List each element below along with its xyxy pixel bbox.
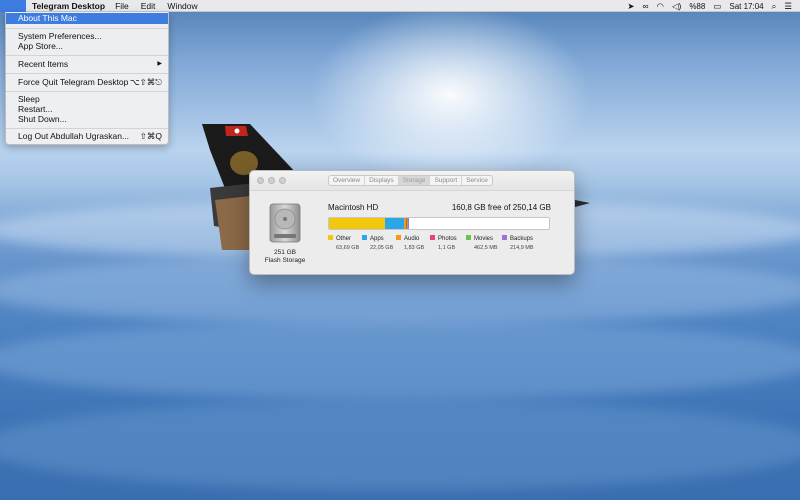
legend-label: Backups <box>510 235 534 242</box>
legend-label: Apps <box>370 235 384 242</box>
battery-percent[interactable]: %88 <box>689 2 705 11</box>
legend-swatch <box>362 235 367 240</box>
storage-segment-backups <box>408 218 410 229</box>
notification-center-icon[interactable]: ☰ <box>784 0 792 12</box>
menu-bar: Telegram Desktop File Edit Window ➤ ∞ ◠ … <box>0 0 800 12</box>
legend-size: 1,1 GB <box>438 244 456 251</box>
menu-item-force-quit[interactable]: Force Quit Telegram Desktop ⌥⇧⌘⎋ <box>6 77 168 88</box>
tab-support[interactable]: Support <box>430 176 463 185</box>
legend-size: 22,05 GB <box>370 244 394 251</box>
legend-size: 214,9 MB <box>510 244 534 251</box>
legend-item-apps: Apps 22,05 GB <box>362 235 393 251</box>
menu-separator <box>6 55 168 56</box>
legend-swatch <box>396 235 401 240</box>
legend-swatch <box>502 235 507 240</box>
about-this-mac-window: Overview Displays Storage Support Servic… <box>249 170 575 275</box>
battery-icon[interactable]: ▭ <box>713 0 721 12</box>
volume-icon[interactable]: ◁) <box>672 0 681 12</box>
legend-item-photos: Photos 1,1 GB <box>430 235 457 251</box>
legend-item-audio: Audio 1,83 GB <box>396 235 424 251</box>
legend-swatch <box>466 235 471 240</box>
menu-item-recent-items[interactable]: Recent Items ▶ <box>6 59 168 70</box>
drive-caption: 251 GB Flash Storage <box>256 249 314 265</box>
legend-label: Audio <box>404 235 420 242</box>
menu-separator <box>6 73 168 74</box>
legend-size: 1,83 GB <box>404 244 425 251</box>
spotlight-search-icon[interactable]: ⌕ <box>772 0 777 12</box>
legend-label: Photos <box>438 235 457 242</box>
close-button[interactable] <box>257 177 264 184</box>
legend-item-movies: Movies 462,5 MB <box>466 235 498 251</box>
legend-swatch <box>430 235 435 240</box>
window-titlebar[interactable]: Overview Displays Storage Support Servic… <box>250 171 574 191</box>
menu-item-shut-down[interactable]: Shut Down... <box>6 114 168 125</box>
menubar-clock[interactable]: Sat 17:04 <box>729 2 763 11</box>
legend-swatch <box>328 235 333 240</box>
storage-segment-apps <box>385 218 405 229</box>
menu-separator <box>6 28 168 29</box>
storage-segment-other <box>329 218 386 229</box>
tab-storage[interactable]: Storage <box>398 176 431 185</box>
telegram-status-icon[interactable]: ➤ <box>627 0 634 12</box>
wifi-icon[interactable]: ◠ <box>657 0 664 12</box>
minimize-button[interactable] <box>268 177 275 184</box>
submenu-arrow-icon: ▶ <box>157 61 162 67</box>
tab-bar: Overview Displays Storage Support Servic… <box>328 175 493 186</box>
menu-window[interactable]: Window <box>167 1 197 11</box>
zoom-button[interactable] <box>279 177 286 184</box>
storage-legend: Other 63,69 GB Apps 22,05 GB Audio 1,83 GB Pho… <box>328 235 568 257</box>
menu-item-log-out[interactable]: Log Out Abdullah Ugraskan... ⇧⌘Q <box>6 131 168 142</box>
apple-menu-dropdown: About This Mac System Preferences... App… <box>5 12 169 145</box>
menu-edit[interactable]: Edit <box>141 1 156 11</box>
menubar-status-area: ➤ ∞ ◠ ◁) %88 ▭ Sat 17:04 ⌕ ☰ <box>627 0 792 12</box>
apple-menu-icon[interactable] <box>0 0 26 12</box>
legend-item-other: Other 63,69 GB <box>328 235 359 251</box>
menu-separator <box>6 91 168 92</box>
disk-free-space: 160,8 GB free of 250,14 GB <box>451 203 551 212</box>
legend-label: Other <box>336 235 352 242</box>
disk-type: Flash Storage <box>264 257 306 264</box>
legend-size: 462,5 MB <box>474 244 498 251</box>
tab-service[interactable]: Service <box>462 176 492 185</box>
glasses-icon[interactable]: ∞ <box>642 0 648 12</box>
storage-usage-bar[interactable] <box>328 217 550 230</box>
legend-label: Movies <box>474 235 494 242</box>
menu-file[interactable]: File <box>115 1 129 11</box>
menu-separator <box>6 128 168 129</box>
tab-displays[interactable]: Displays <box>365 176 399 185</box>
tab-overview[interactable]: Overview <box>329 176 366 185</box>
disk-name: Macintosh HD <box>328 203 379 212</box>
hard-drive-icon <box>269 203 301 243</box>
menu-item-about-this-mac[interactable]: About This Mac <box>6 13 168 24</box>
legend-size: 63,69 GB <box>336 244 360 251</box>
disk-capacity: 251 GB <box>273 249 297 256</box>
menu-app-name[interactable]: Telegram Desktop <box>32 1 105 11</box>
legend-item-backups: Backups 214,9 MB <box>502 235 534 251</box>
menu-item-app-store[interactable]: App Store... <box>6 41 168 52</box>
